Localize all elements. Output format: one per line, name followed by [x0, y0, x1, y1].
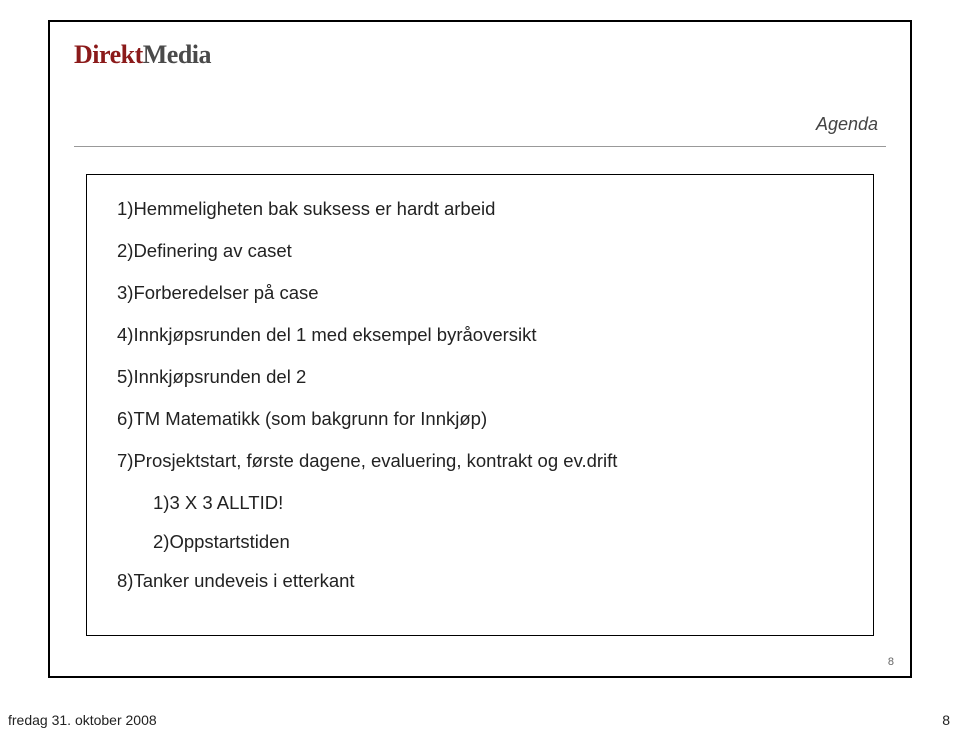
- agenda-list-tail: 8)Tanker undeveis i etterkant: [117, 569, 843, 594]
- list-item: 2)Oppstartstiden: [153, 530, 843, 555]
- slide-frame: DirektMedia Agenda 1)Hemmeligheten bak s…: [48, 20, 912, 678]
- list-item: 1)Hemmeligheten bak suksess er hardt arb…: [117, 197, 843, 222]
- content-box: 1)Hemmeligheten bak suksess er hardt arb…: [86, 174, 874, 636]
- list-item: 8)Tanker undeveis i etterkant: [117, 569, 843, 594]
- agenda-list: 1)Hemmeligheten bak suksess er hardt arb…: [117, 197, 843, 474]
- agenda-title: Agenda: [816, 114, 878, 135]
- footer-date: fredag 31. oktober 2008: [8, 712, 157, 728]
- divider-line: [74, 146, 886, 147]
- slide-page-number: 8: [888, 656, 894, 668]
- footer-page-number: 8: [942, 712, 950, 728]
- logo-part2: Media: [143, 40, 211, 69]
- logo: DirektMedia: [74, 40, 910, 70]
- agenda-sublist: 1)3 X 3 ALLTID! 2)Oppstartstiden: [153, 491, 843, 555]
- list-item: 6)TM Matematikk (som bakgrunn for Innkjø…: [117, 407, 843, 432]
- list-item: 2)Definering av caset: [117, 239, 843, 264]
- logo-part1: Direkt: [74, 40, 143, 69]
- list-item: 1)3 X 3 ALLTID!: [153, 491, 843, 516]
- list-item: 3)Forberedelser på case: [117, 281, 843, 306]
- list-item: 5)Innkjøpsrunden del 2: [117, 365, 843, 390]
- list-item: 7)Prosjektstart, første dagene, evalueri…: [117, 449, 843, 474]
- list-item: 4)Innkjøpsrunden del 1 med eksempel byrå…: [117, 323, 843, 348]
